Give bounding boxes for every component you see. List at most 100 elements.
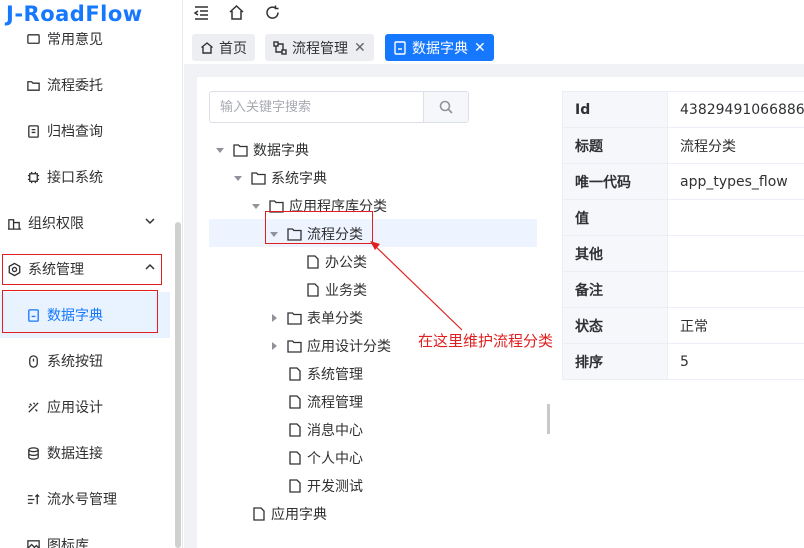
sidebar-item-archive-query[interactable]: 归档查询 (0, 108, 170, 154)
app-root: 常用意见 J-RoadFlow 流程委托 归档查询 接口系统 组织权限 系统管理… (0, 0, 804, 548)
tree-node[interactable]: 业务类 (305, 276, 367, 304)
home-icon[interactable] (228, 4, 246, 22)
caret-down-icon[interactable] (233, 173, 243, 183)
top-toolbar (184, 0, 804, 28)
sidebar-item-label: 流程委托 (47, 78, 103, 94)
tree-node[interactable]: 数据字典 (215, 136, 309, 164)
tree-node-label: 应用设计分类 (307, 339, 391, 355)
tab-label: 首页 (219, 40, 247, 57)
folder-icon (287, 339, 302, 353)
detail-row-id: Id 438294910668869 (563, 92, 804, 128)
chevron-down-icon (144, 215, 156, 227)
tree-node-label: 消息中心 (307, 423, 363, 439)
tree-node[interactable]: 表单分类 (269, 304, 363, 332)
sidebar-group-org-permissions[interactable]: 组织权限 (0, 200, 170, 246)
tree-node-label: 办公类 (325, 255, 367, 271)
tab-data-dictionary[interactable]: 数据字典 ✕ (385, 34, 494, 61)
search-button[interactable] (423, 92, 468, 122)
detail-value: 正常 (680, 318, 708, 335)
tree-node[interactable]: 流程管理 (287, 388, 363, 416)
close-icon[interactable]: ✕ (474, 40, 486, 56)
search-input[interactable] (210, 92, 424, 122)
file-icon (305, 255, 320, 269)
detail-value: 流程分类 (680, 138, 736, 155)
file-icon (287, 479, 302, 493)
selected-node-highlight (209, 219, 537, 247)
annotation-text: 在这里维护流程分类 (418, 332, 554, 350)
sidebar-group-label: 组织权限 (28, 216, 84, 232)
tree-node-label: 应用字典 (271, 507, 327, 523)
sidebar-item-system-buttons[interactable]: 系统按钮 (0, 338, 170, 384)
sidebar-item-label: 接口系统 (47, 170, 103, 186)
detail-table: Id 438294910668869 标题 流程分类 唯一代码 app_type… (562, 91, 804, 380)
detail-row-note: 备注 (563, 272, 804, 308)
tree-node[interactable]: 个人中心 (287, 444, 363, 472)
detail-key: 状态 (563, 308, 668, 343)
sidebar-item-label: 流水号管理 (47, 492, 117, 508)
detail-key: Id (563, 92, 668, 127)
tree-node[interactable]: 应用设计分类 (269, 332, 391, 360)
sidebar-item-interface-system[interactable]: 接口系统 (0, 154, 170, 200)
tab-home[interactable]: 首页 (192, 34, 255, 61)
detail-value: app_types_flow (680, 173, 788, 190)
detail-key: 值 (563, 200, 668, 235)
app-logo: J-RoadFlow (6, 2, 182, 32)
tree-node[interactable]: 系统字典 (233, 164, 327, 192)
sidebar-scrollbar[interactable] (175, 222, 181, 548)
file-icon (287, 367, 302, 381)
detail-row-value: 值 (563, 200, 804, 236)
home-icon (201, 41, 213, 54)
file-icon (287, 451, 302, 465)
sidebar-item-app-design[interactable]: 应用设计 (0, 384, 170, 430)
file-icon (287, 423, 302, 437)
detail-key: 排序 (563, 344, 668, 379)
sidebar-item-flow-delegate[interactable]: 流程委托 (0, 62, 170, 108)
database-icon (25, 445, 41, 461)
detail-row-status: 状态 正常 (563, 308, 804, 344)
folder-icon (233, 143, 248, 157)
highlight-box-system-management (2, 254, 162, 285)
tree-node[interactable]: 应用字典 (251, 500, 327, 528)
tree-node-label: 系统字典 (271, 171, 327, 187)
file-icon (287, 395, 302, 409)
caret-down-icon[interactable] (251, 201, 261, 211)
tree-node-label: 业务类 (325, 283, 367, 299)
tree-node[interactable]: 开发测试 (287, 472, 363, 500)
caret-down-icon[interactable] (215, 145, 225, 155)
tab-label: 流程管理 (292, 40, 348, 57)
chip-icon (25, 169, 41, 185)
file-icon (251, 507, 266, 521)
sidebar-item-serial-number[interactable]: 流水号管理 (0, 476, 170, 522)
design-icon (25, 399, 41, 415)
caret-right-icon[interactable] (269, 313, 279, 323)
detail-row-other: 其他 (563, 236, 804, 272)
detail-row-title: 标题 流程分类 (563, 128, 804, 164)
highlight-box-flow-category (265, 211, 373, 244)
comment-icon (25, 31, 41, 47)
tab-flow-management[interactable]: 流程管理 ✕ (265, 34, 374, 61)
detail-key: 唯一代码 (563, 164, 668, 199)
button-icon (25, 353, 41, 369)
detail-key: 标题 (563, 128, 668, 163)
detail-row-order: 排序 5 (563, 344, 804, 380)
sidebar-item-label: 常用意见 (47, 32, 103, 48)
tree-node-label: 系统管理 (307, 367, 363, 383)
caret-right-icon[interactable] (269, 341, 279, 351)
sidebar-item-label: 数据连接 (47, 446, 103, 462)
tree-node-label: 开发测试 (307, 479, 363, 495)
detail-value (668, 272, 804, 307)
flow-icon (273, 40, 287, 55)
search-icon (439, 100, 453, 114)
detail-key: 备注 (563, 272, 668, 307)
menu-collapse-icon[interactable] (193, 4, 211, 22)
tree-node[interactable]: 系统管理 (287, 360, 363, 388)
detail-value (668, 200, 804, 235)
sidebar-item-data-connection[interactable]: 数据连接 (0, 430, 170, 476)
tree-node[interactable]: 消息中心 (287, 416, 363, 444)
tree-node[interactable]: 办公类 (305, 248, 367, 276)
close-icon[interactable]: ✕ (354, 40, 366, 56)
dictionary-icon (394, 40, 406, 55)
folder-icon (287, 311, 302, 325)
refresh-icon[interactable] (264, 4, 282, 22)
sidebar-item-icon-library[interactable]: 图标库 (0, 522, 170, 548)
